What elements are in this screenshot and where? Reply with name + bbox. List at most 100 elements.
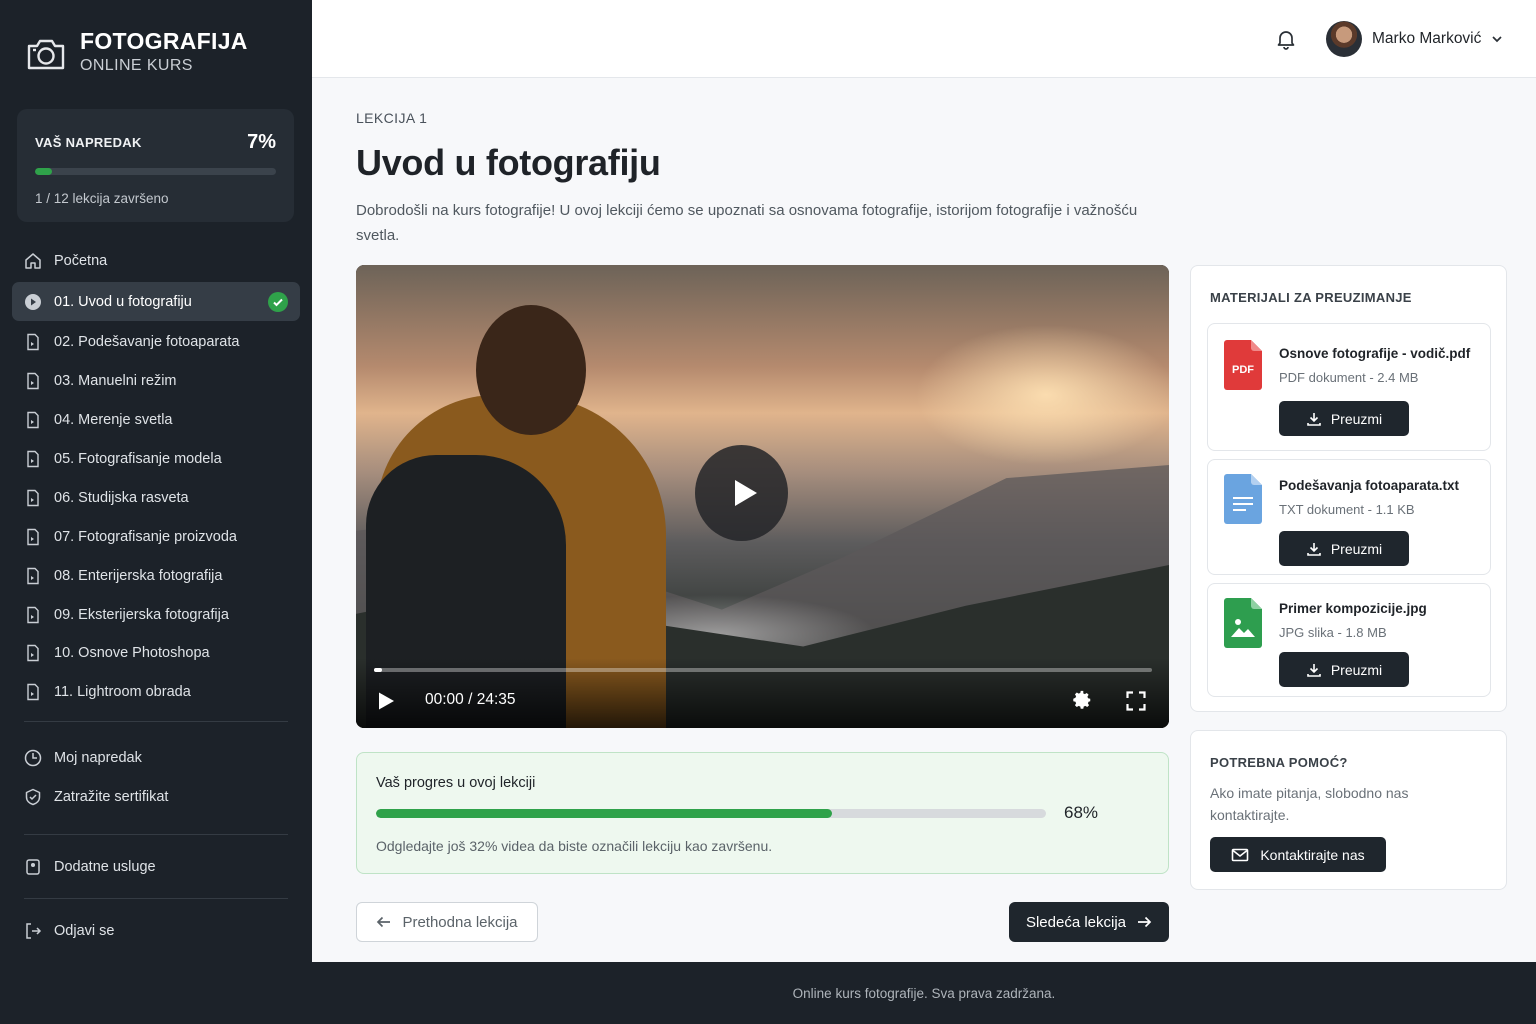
lesson-kicker: LEKCIJA 1 bbox=[356, 110, 428, 126]
contact-button[interactable]: Kontaktirajte nas bbox=[1210, 837, 1386, 872]
document-icon bbox=[24, 411, 42, 429]
previous-lesson-button[interactable]: Prethodna lekcija bbox=[356, 902, 538, 942]
sidebar-item-label: Zatražite sertifikat bbox=[54, 788, 169, 805]
sidebar-item-lesson-03[interactable]: 03. Manuelni režim bbox=[12, 361, 300, 400]
video-time: 00:00 / 24:35 bbox=[425, 691, 516, 708]
chevron-down-icon bbox=[1492, 36, 1502, 43]
sidebar-item-label: 01. Uvod u fotografiju bbox=[54, 293, 192, 310]
course-progress-fill bbox=[35, 168, 52, 175]
sidebar-item-lesson-05[interactable]: 05. Fotografisanje modela bbox=[12, 439, 300, 478]
course-progress-percent: 7% bbox=[247, 131, 276, 153]
play-icon[interactable] bbox=[376, 691, 396, 711]
file-meta: PDF dokument - 2.4 MB bbox=[1279, 370, 1419, 385]
download-icon bbox=[1307, 663, 1321, 677]
sidebar-item-label: 08. Enterijerska fotografija bbox=[54, 567, 223, 584]
document-icon bbox=[24, 372, 42, 390]
lesson-progress-bar bbox=[376, 809, 1046, 818]
txt-file-icon bbox=[1224, 474, 1262, 524]
sidebar: FOTOGRAFIJA ONLINE KURS VAŠ NAPREDAK 7% … bbox=[0, 0, 312, 1024]
video-player[interactable]: 00:00 / 24:35 bbox=[356, 265, 1169, 728]
download-button[interactable]: Preuzmi bbox=[1279, 652, 1409, 687]
footer: Online kurs fotografije. Sva prava zadrž… bbox=[312, 962, 1536, 1024]
thumbnail-sun-glow bbox=[916, 325, 1169, 465]
file-meta: JPG slika - 1.8 MB bbox=[1279, 625, 1387, 640]
lesson-progress-title: Vaš progres u ovoj lekciji bbox=[376, 775, 536, 791]
download-icon bbox=[1307, 412, 1321, 426]
next-lesson-button[interactable]: Sledeća lekcija bbox=[1009, 902, 1169, 942]
sidebar-item-lesson-08[interactable]: 08. Enterijerska fotografija bbox=[12, 556, 300, 595]
download-button[interactable]: Preuzmi bbox=[1279, 531, 1409, 566]
download-button[interactable]: Preuzmi bbox=[1279, 401, 1409, 436]
chart-clock-icon bbox=[24, 749, 42, 767]
document-icon bbox=[24, 606, 42, 624]
next-lesson-label: Sledeća lekcija bbox=[1025, 913, 1127, 931]
help-panel: POTREBNA POMOĆ? Ako imate pitanja, slobo… bbox=[1190, 730, 1507, 890]
sidebar-item-lesson-09[interactable]: 09. Eksterijerska fotografija bbox=[12, 595, 300, 634]
arrow-right-icon bbox=[1138, 916, 1152, 928]
file-meta: TXT dokument - 1.1 KB bbox=[1279, 502, 1415, 517]
sidebar-item-my-progress[interactable]: Moj napredak bbox=[12, 738, 300, 777]
lesson-progress-card: Vaš progres u ovoj lekciji 68% Odgledajt… bbox=[356, 752, 1169, 874]
bell-icon[interactable] bbox=[1274, 27, 1298, 51]
tag-icon bbox=[24, 858, 42, 876]
course-progress-bar bbox=[35, 168, 276, 175]
sidebar-divider bbox=[24, 898, 288, 899]
sidebar-item-lesson-01[interactable]: 01. Uvod u fotografiju bbox=[12, 282, 300, 321]
sidebar-item-lesson-06[interactable]: 06. Studijska rasveta bbox=[12, 478, 300, 517]
brand[interactable]: FOTOGRAFIJA ONLINE KURS bbox=[24, 28, 248, 76]
gear-icon[interactable] bbox=[1071, 689, 1093, 711]
lesson-progress-note: Odgledajte još 32% videa da biste označi… bbox=[376, 838, 773, 854]
thumbnail-photographer-head bbox=[476, 305, 586, 435]
sidebar-divider bbox=[24, 721, 288, 722]
sidebar-item-lesson-07[interactable]: 07. Fotografisanje proizvoda bbox=[12, 517, 300, 556]
sidebar-item-lesson-10[interactable]: 10. Osnove Photoshopa bbox=[12, 633, 300, 672]
sidebar-item-label: 05. Fotografisanje modela bbox=[54, 450, 222, 467]
sidebar-item-label: Moj napredak bbox=[54, 749, 142, 766]
file-card: Primer kompozicije.jpg JPG slika - 1.8 M… bbox=[1207, 583, 1491, 697]
shield-icon bbox=[24, 788, 42, 806]
pdf-file-icon: PDF bbox=[1224, 340, 1262, 390]
document-icon bbox=[24, 450, 42, 468]
lesson-description: Dobrodošli na kurs fotografije! U ovoj l… bbox=[356, 202, 1138, 244]
brand-subtitle: ONLINE KURS bbox=[80, 57, 193, 74]
sidebar-item-lesson-02[interactable]: 02. Podešavanje fotoaparata bbox=[12, 322, 300, 361]
play-overlay-button[interactable] bbox=[695, 445, 788, 541]
sidebar-item-logout[interactable]: Odjavi se bbox=[12, 911, 300, 950]
video-seek-bar[interactable] bbox=[374, 668, 1152, 672]
sidebar-item-lesson-04[interactable]: 04. Merenje svetla bbox=[12, 400, 300, 439]
top-bar: Marko Marković bbox=[312, 0, 1536, 78]
video-seek-fill bbox=[374, 668, 382, 672]
brand-title: FOTOGRAFIJA bbox=[80, 28, 248, 54]
document-icon bbox=[24, 567, 42, 585]
avatar bbox=[1326, 21, 1362, 57]
user-name: Marko Marković bbox=[1372, 30, 1482, 47]
download-label: Preuzmi bbox=[1330, 540, 1383, 557]
download-label: Preuzmi bbox=[1330, 410, 1383, 427]
sidebar-item-lesson-11[interactable]: 11. Lightroom obrada bbox=[12, 672, 300, 711]
fullscreen-icon[interactable] bbox=[1126, 691, 1146, 711]
file-card: PDF Osnove fotografije - vodič.pdf PDF d… bbox=[1207, 323, 1491, 451]
sidebar-item-label: 11. Lightroom obrada bbox=[54, 683, 191, 700]
course-progress-label: VAŠ NAPREDAK bbox=[35, 135, 142, 150]
download-icon bbox=[1307, 542, 1321, 556]
file-name: Podešavanja fotoaparata.txt bbox=[1279, 478, 1460, 493]
camera-logo-icon bbox=[27, 39, 65, 70]
footer-text: Online kurs fotografije. Sva prava zadrž… bbox=[792, 985, 1056, 1001]
sidebar-divider bbox=[24, 834, 288, 835]
sidebar-item-label: 06. Studijska rasveta bbox=[54, 489, 189, 506]
user-menu[interactable]: Marko Marković bbox=[1326, 21, 1504, 57]
course-progress-card: VAŠ NAPREDAK 7% 1 / 12 lekcija završeno bbox=[17, 109, 294, 222]
sidebar-item-label: 10. Osnove Photoshopa bbox=[54, 644, 210, 661]
image-file-icon bbox=[1224, 598, 1262, 648]
sidebar-item-label: 09. Eksterijerska fotografija bbox=[54, 606, 229, 623]
sidebar-item-label: Odjavi se bbox=[54, 922, 115, 939]
sidebar-item-label: 04. Merenje svetla bbox=[54, 411, 173, 428]
download-label: Preuzmi bbox=[1330, 661, 1383, 678]
sidebar-item-extra-services[interactable]: Dodatne usluge bbox=[12, 847, 300, 886]
page-title: Uvod u fotografiju bbox=[356, 142, 661, 183]
file-name: Primer kompozicije.jpg bbox=[1279, 601, 1427, 616]
sidebar-item-certificate[interactable]: Zatražite sertifikat bbox=[12, 777, 300, 816]
lesson-progress-fill bbox=[376, 809, 832, 818]
sidebar-item-home[interactable]: Početna bbox=[12, 241, 300, 280]
sidebar-item-label: Početna bbox=[54, 252, 108, 269]
